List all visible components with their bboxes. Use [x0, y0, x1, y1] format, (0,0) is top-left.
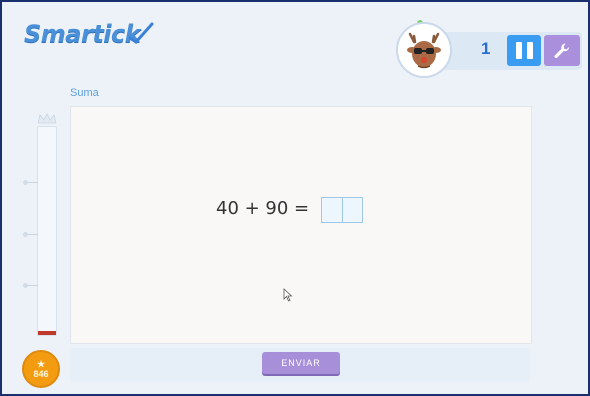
logo: Smartick: [24, 20, 141, 48]
wrench-icon: [554, 42, 570, 58]
answer-digit-cell[interactable]: [343, 198, 363, 222]
star-count: 846: [33, 368, 49, 379]
progress-tick-dot: [23, 180, 28, 185]
subject-label: Suma: [70, 87, 99, 99]
pause-icon-bar: [526, 42, 533, 59]
progress-fill: [38, 331, 56, 335]
pause-button[interactable]: [507, 35, 541, 66]
level-indicator: 1: [481, 39, 491, 58]
equation-text: 40 + 90 =: [216, 198, 310, 219]
star-icon: ★: [36, 358, 46, 369]
app-frame: Smartick 1 Suma 40 + 90 = ENVIAR ★ 846: [0, 0, 590, 396]
reindeer-avatar-icon: [398, 24, 450, 76]
progress-tick-dot: [23, 283, 28, 288]
settings-button[interactable]: [544, 35, 580, 66]
progress-track: [37, 126, 57, 336]
logo-tick-icon: [128, 22, 154, 44]
mouse-cursor-icon: [283, 288, 293, 302]
progress-tick-dot: [23, 232, 28, 237]
pause-icon: [515, 42, 522, 59]
avatar[interactable]: [396, 22, 452, 78]
star-score-badge: ★ 846: [22, 350, 60, 388]
answer-input[interactable]: [321, 197, 363, 223]
answer-digit-cell[interactable]: [322, 198, 343, 222]
send-button[interactable]: ENVIAR: [262, 352, 340, 374]
crown-icon: [37, 113, 57, 124]
exercise-card: [70, 106, 532, 344]
